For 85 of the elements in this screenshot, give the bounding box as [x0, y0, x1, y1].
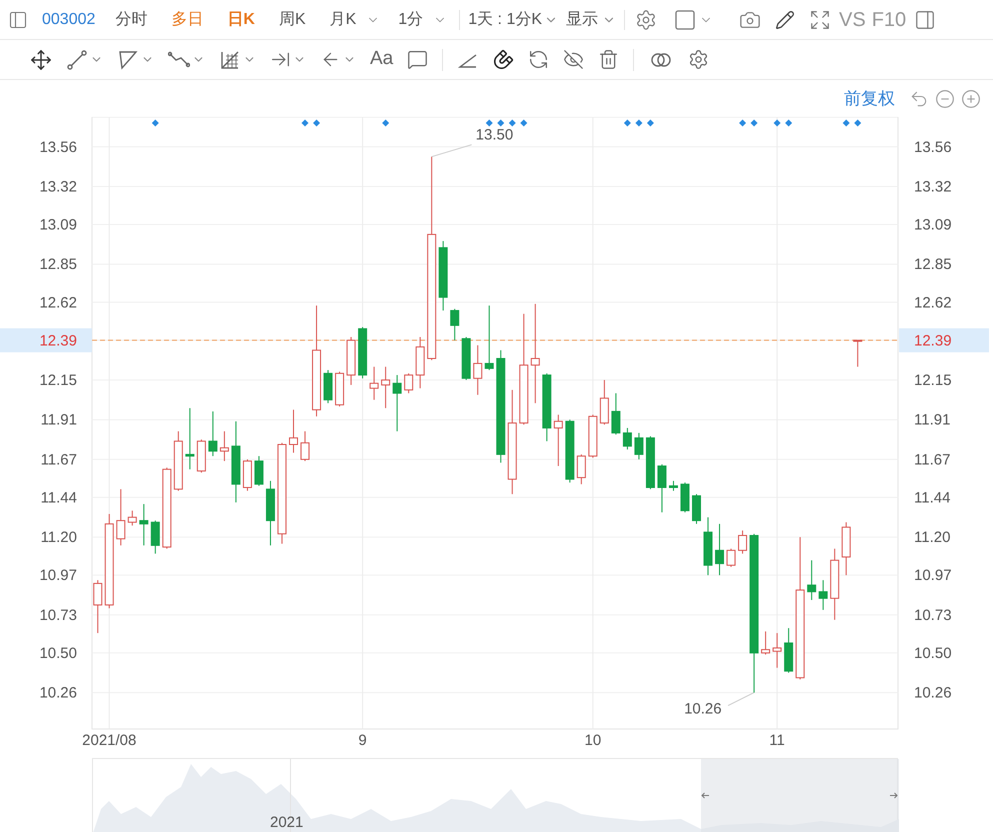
extreme-price-label: 10.26 — [684, 700, 722, 718]
y-axis-label: 11.67 — [40, 451, 77, 468]
display-dropdown[interactable]: 显示 — [566, 8, 616, 32]
panel-toggle-icon[interactable] — [914, 8, 936, 30]
left-handle-icon[interactable] — [701, 792, 710, 799]
interval-dropdown[interactable]: 1天 : 1分K — [468, 8, 558, 32]
sidebar-toggle-icon[interactable] — [8, 10, 28, 30]
event-marker-icon[interactable] — [854, 120, 862, 126]
y-axis-label: 12.15 — [39, 372, 77, 389]
settings-icon[interactable] — [688, 49, 710, 70]
event-marker-icon[interactable] — [739, 120, 746, 126]
event-marker-icon[interactable] — [382, 120, 390, 126]
x-axis-label: 2021/08 — [82, 732, 136, 749]
y-axis-label: 11.20 — [914, 529, 950, 546]
event-marker-icon[interactable] — [313, 120, 320, 126]
x-axis-label: 9 — [358, 732, 367, 749]
y-axis-label: 11.91 — [914, 412, 950, 429]
period-tab[interactable]: 月K — [324, 6, 362, 34]
event-marker-icon[interactable] — [624, 120, 631, 126]
y-axis-label: 13.32 — [914, 178, 952, 196]
event-marker-icon[interactable] — [646, 120, 654, 126]
grid-chart-icon[interactable] — [219, 48, 241, 70]
period-tab[interactable]: 分时 — [109, 6, 154, 34]
y-axis-label: 10.26 — [914, 684, 952, 702]
line-segment-icon[interactable] — [66, 48, 88, 70]
y-axis-label: 10.50 — [914, 644, 952, 662]
y-axis-label: 12.39 — [914, 332, 952, 350]
refresh-icon[interactable] — [528, 49, 550, 70]
event-marker-icon[interactable] — [750, 120, 758, 126]
leader-line — [431, 144, 472, 158]
y-axis-label: 12.39 — [39, 332, 77, 350]
year-label: 2021 — [270, 814, 304, 832]
stock-code: 003002 — [42, 10, 96, 30]
y-axis-label: 12.62 — [39, 294, 77, 312]
period-tab[interactable]: 周K — [272, 6, 312, 34]
y-axis-label: 11.20 — [40, 529, 77, 546]
y-axis-label: 13.32 — [39, 178, 77, 196]
zoom-out-icon[interactable] — [935, 88, 955, 108]
x-axis-label: 11 — [769, 732, 785, 749]
y-axis-label: 12.15 — [914, 372, 952, 389]
comment-icon[interactable] — [407, 49, 428, 70]
magnet-icon[interactable] — [493, 49, 514, 70]
right-handle-icon[interactable] — [889, 792, 898, 799]
y-axis-label: 12.85 — [914, 256, 952, 274]
y-axis-label: 10.50 — [39, 644, 77, 662]
event-marker-icon[interactable] — [842, 120, 850, 126]
event-marker-icon[interactable] — [785, 120, 792, 126]
fullscreen-icon[interactable] — [809, 8, 832, 30]
adjust-mode-link[interactable]: 前复权 — [844, 86, 895, 112]
trash-icon[interactable] — [598, 49, 620, 70]
y-axis-label: 13.56 — [39, 138, 77, 156]
period-tab[interactable]: 1分 — [392, 6, 430, 34]
y-axis-label: 13.09 — [914, 216, 952, 234]
text-tool-button[interactable]: Aa — [370, 45, 394, 74]
y-axis-label: 10.97 — [39, 567, 77, 584]
leader-line — [728, 692, 755, 706]
y-axis-label: 10.73 — [914, 606, 952, 624]
y-axis-label: 11.91 — [40, 412, 77, 429]
event-marker-icon[interactable] — [774, 120, 781, 126]
square-icon[interactable] — [673, 8, 698, 32]
y-axis-label: 10.73 — [39, 606, 77, 624]
settings-icon[interactable] — [635, 8, 658, 30]
event-marker-icon[interactable] — [152, 120, 159, 126]
hidden-icon[interactable] — [563, 49, 584, 70]
y-axis-label: 10.97 — [914, 567, 952, 584]
event-marker-icon[interactable] — [520, 120, 528, 126]
pencil-icon[interactable] — [775, 10, 796, 30]
y-axis-label: 12.62 — [914, 294, 952, 312]
y-axis-label: 11.44 — [914, 489, 950, 506]
zoom-in-icon[interactable] — [961, 88, 981, 108]
move-icon[interactable] — [30, 48, 52, 70]
y-axis-label: 13.56 — [914, 138, 952, 156]
y-axis-label: 13.09 — [39, 216, 77, 234]
x-axis-label: 10 — [584, 732, 602, 749]
event-marker-icon[interactable] — [497, 120, 504, 126]
polygon-icon[interactable] — [117, 48, 139, 70]
y-axis-label: 10.26 — [39, 684, 77, 702]
event-marker-icon[interactable] — [508, 120, 516, 126]
extreme-price-label: 13.50 — [476, 126, 514, 144]
y-axis-label: 11.67 — [914, 451, 950, 468]
y-axis-label: 12.85 — [39, 256, 77, 274]
event-marker-icon[interactable] — [635, 120, 642, 126]
event-marker-icon[interactable] — [302, 120, 309, 126]
y-axis-label: 11.44 — [40, 489, 77, 506]
event-marker-icon[interactable] — [486, 120, 493, 126]
